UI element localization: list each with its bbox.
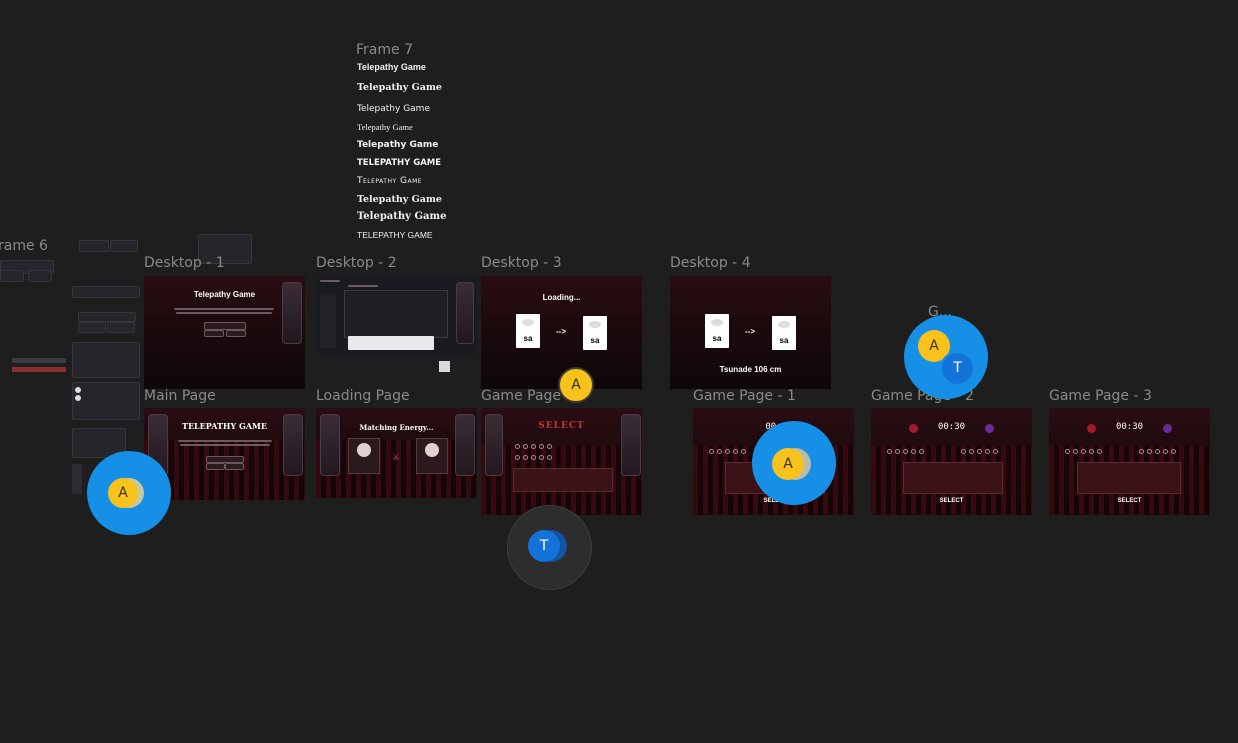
frame-7-label[interactable]: Frame 7 bbox=[356, 42, 413, 58]
loading-page-title: Matching Energy... bbox=[359, 423, 434, 432]
avatar-t: T bbox=[940, 351, 975, 386]
font-specimen: Telepathy Game bbox=[357, 211, 447, 222]
game-page-3-select[interactable]: SELECT bbox=[1049, 498, 1210, 504]
game-page-frame[interactable]: SELECT bbox=[481, 408, 642, 515]
main-page-label[interactable]: Main Page bbox=[144, 388, 216, 404]
font-specimen: Telepathy Game bbox=[357, 104, 430, 114]
game-page-2-select[interactable]: SELECT bbox=[871, 498, 1032, 504]
font-specimen: Telepathy Game bbox=[357, 194, 442, 205]
collaborator-cursor: A bbox=[87, 451, 171, 535]
font-specimen: Telepathy Game bbox=[357, 82, 442, 93]
player-logo-icon bbox=[985, 424, 994, 433]
player-card: sa bbox=[583, 316, 607, 350]
loading-text: Loading... bbox=[542, 293, 581, 302]
desktop-3-label[interactable]: Desktop - 3 bbox=[481, 255, 562, 271]
game-page-label[interactable]: Game Page bbox=[481, 388, 561, 404]
desktop-4-frame[interactable]: sa --> sa Tsunade 106 cm bbox=[670, 276, 831, 389]
desktop-4-label[interactable]: Desktop - 4 bbox=[670, 255, 751, 271]
avatar-a: A bbox=[108, 478, 138, 508]
collaborator-cursor: A T bbox=[904, 315, 988, 399]
player-card: sa bbox=[705, 314, 729, 348]
collaborator-cursor: A bbox=[752, 421, 836, 505]
player-logo-icon bbox=[1087, 424, 1096, 433]
checkbox-icon[interactable] bbox=[439, 361, 450, 372]
game-page-title: SELECT bbox=[538, 421, 585, 431]
main-page-title: TELEPATHY GAME bbox=[182, 421, 267, 431]
frame-6-label[interactable]: rame 6 bbox=[0, 238, 48, 254]
loading-page-label[interactable]: Loading Page bbox=[316, 388, 410, 404]
desktop-1-title: Telepathy Game bbox=[193, 290, 256, 299]
desktop-1-frame[interactable]: Telepathy Game bbox=[144, 276, 305, 389]
avatar-a: A bbox=[772, 448, 804, 480]
player-logo-icon bbox=[1163, 424, 1172, 433]
game-page-3-frame[interactable]: 00:30 SELECT bbox=[1049, 408, 1210, 515]
font-specimen: Telepathy Game bbox=[357, 122, 413, 132]
game-page-3-label[interactable]: Game Page - 3 bbox=[1049, 388, 1152, 404]
font-specimen: Telepathy Game bbox=[357, 176, 423, 186]
desktop-3-frame[interactable]: Loading... sa --> sa bbox=[481, 276, 642, 389]
collaborator-cursor: T bbox=[507, 505, 592, 590]
player-avatar bbox=[348, 438, 380, 474]
desktop-1-label[interactable]: Desktop - 1 bbox=[144, 255, 225, 271]
arrow-text: --> bbox=[745, 327, 755, 336]
arrow-text: --> bbox=[556, 327, 566, 336]
player-card: sa bbox=[516, 314, 540, 348]
game-page-2-frame[interactable]: 00:30 SELECT bbox=[871, 408, 1032, 515]
player-logo-icon bbox=[909, 424, 918, 433]
loading-page-frame[interactable]: Matching Energy... ⚔ bbox=[316, 408, 477, 498]
font-specimen: Telepathy Game bbox=[357, 62, 426, 72]
game-page-1-label[interactable]: Game Page - 1 bbox=[693, 388, 796, 404]
avatar-a: A bbox=[558, 367, 594, 403]
desktop-2-label[interactable]: Desktop - 2 bbox=[316, 255, 397, 271]
swords-icon: ⚔ bbox=[392, 452, 401, 462]
font-specimen: TELEPATHY GAME bbox=[357, 230, 433, 240]
desktop-2-bottom-bar[interactable] bbox=[348, 336, 434, 350]
avatar-t: T bbox=[528, 530, 560, 562]
font-specimen: Telepathy Game bbox=[357, 140, 439, 150]
game-page-2-timer: 00:30 bbox=[937, 422, 966, 432]
font-specimen: TELEPATHY GAME bbox=[357, 158, 442, 168]
game-page-3-timer: 00:30 bbox=[1115, 422, 1144, 432]
result-text: Tsunade 106 cm bbox=[719, 365, 782, 374]
player-avatar bbox=[416, 438, 448, 474]
player-card: sa bbox=[772, 316, 796, 350]
